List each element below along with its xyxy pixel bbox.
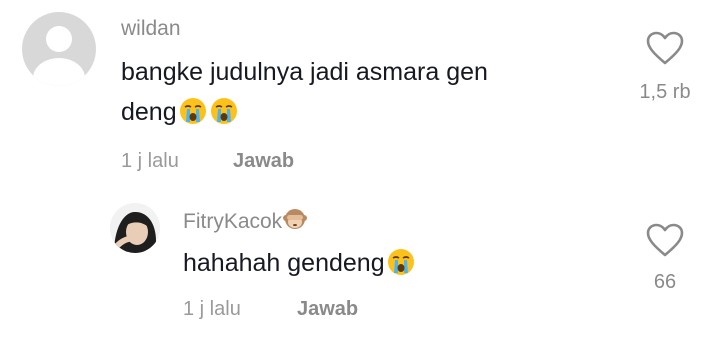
- reply-reply-button[interactable]: Jawab: [297, 298, 358, 321]
- avatar-wildan[interactable]: [22, 12, 96, 86]
- comment-like-count: 1,5 rb: [639, 81, 691, 103]
- comment-like-button[interactable]: [645, 30, 685, 71]
- reply-username[interactable]: FitryKacok: [183, 210, 282, 233]
- reply-text-row: hahahah gendeng: [183, 243, 416, 289]
- comment-timestamp: 1 j lalu: [121, 150, 179, 172]
- heart-outline-icon: [645, 31, 685, 70]
- crying-face-emoji-icon: [386, 247, 416, 289]
- reply-like-count: 66: [653, 271, 677, 293]
- reply-username-row: FitryKacok: [183, 207, 308, 237]
- avatar-fitrykacok[interactable]: [110, 203, 160, 253]
- crying-face-emoji-icon: [209, 96, 239, 138]
- comment-text-line2: deng: [121, 98, 177, 126]
- comment-username[interactable]: wildan: [121, 17, 181, 41]
- default-avatar-head: [46, 26, 72, 52]
- comment-text-line1: bangke judulnya jadi asmara gen: [121, 58, 488, 86]
- reply-timestamp: 1 j lalu: [183, 298, 241, 320]
- see-no-evil-monkey-emoji-icon: [283, 207, 308, 237]
- crying-face-emoji-icon: [178, 96, 208, 138]
- comment-text: bangke judulnya jadi asmara gen deng: [121, 52, 621, 138]
- comment-reply-button[interactable]: Jawab: [233, 150, 294, 173]
- reply-text: hahahah gendeng: [183, 249, 385, 277]
- reply-like-button[interactable]: [645, 222, 685, 263]
- comment-text-line2-wrap: deng: [121, 92, 621, 138]
- heart-outline-icon: [645, 223, 685, 262]
- default-avatar-body: [33, 58, 85, 86]
